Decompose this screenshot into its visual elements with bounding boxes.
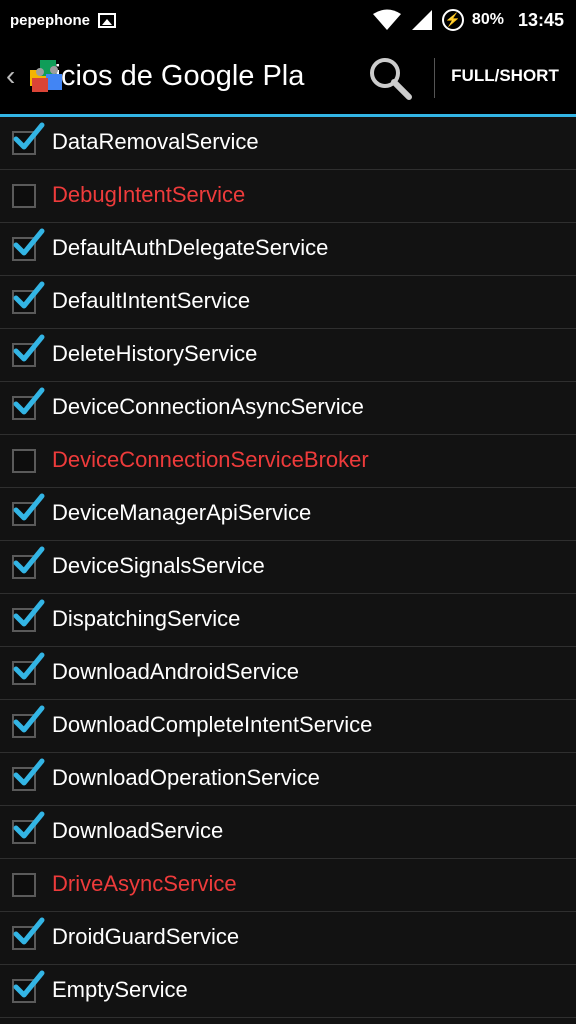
checkmark-icon [13,652,45,680]
search-icon[interactable] [366,54,414,102]
service-row[interactable]: DeleteHistoryService [0,329,576,382]
service-checkbox[interactable] [12,184,36,208]
image-notification-icon [98,12,117,28]
service-name: DefaultAuthDelegateService [52,235,329,260]
service-list: DataRemovalService DebugIntentService Defa… [0,117,576,1018]
service-name: DataRemovalService [52,129,259,154]
service-row[interactable]: DriveAsyncService [0,859,576,912]
app-title: vicios de Google Pla [40,60,305,92]
service-name: DebugIntentService [52,182,246,207]
service-row[interactable]: DeviceSignalsService [0,541,576,594]
wifi-icon [372,9,401,30]
status-icons: ⚡ 80% 13:45 [372,0,564,40]
service-row[interactable]: DownloadService [0,806,576,859]
action-divider [434,58,435,98]
service-checkbox[interactable] [12,449,36,473]
service-name: DeviceSignalsService [52,553,265,578]
checkmark-icon [13,387,45,415]
checkmark-icon [13,758,45,786]
service-name: DownloadCompleteIntentService [52,712,373,737]
checkmark-icon [13,705,45,733]
service-checkbox[interactable] [12,873,36,897]
service-row[interactable]: DebugIntentService [0,170,576,223]
service-row[interactable]: DownloadCompleteIntentService [0,700,576,753]
battery-charging-icon: ⚡ [441,9,464,31]
service-row[interactable]: DeviceConnectionAsyncService [0,382,576,435]
service-name: DownloadAndroidService [52,659,300,684]
full-short-button[interactable]: FULL/SHORT [440,66,570,86]
service-name: DefaultIntentService [52,288,251,313]
battery-percent: 80% [471,11,504,28]
checkmark-icon [13,334,45,362]
service-name: DeviceManagerApiService [52,500,312,525]
service-row[interactable]: DeviceConnectionServiceBroker [0,435,576,488]
service-row[interactable]: DeviceManagerApiService [0,488,576,541]
service-name: DownloadOperationService [52,765,320,790]
service-name: DroidGuardService [52,924,240,949]
service-name: EmptyService [52,977,188,1002]
service-row[interactable]: EmptyService [0,965,576,1018]
google-play-services-icon[interactable] [26,56,66,96]
service-row[interactable]: DataRemovalService [0,117,576,170]
service-name: DeleteHistoryService [52,341,258,366]
checkmark-icon [13,546,45,574]
signal-icon [411,10,432,30]
service-row[interactable]: DefaultAuthDelegateService [0,223,576,276]
service-name: DriveAsyncService [52,871,237,896]
service-row[interactable]: DispatchingService [0,594,576,647]
back-chevron-icon[interactable]: ‹ [6,60,15,92]
service-row[interactable]: DownloadOperationService [0,753,576,806]
checkmark-icon [13,228,45,256]
checkmark-icon [13,122,45,150]
checkmark-icon [13,599,45,627]
checkmark-icon [13,811,45,839]
clock: 13:45 [517,9,564,30]
checkmark-icon [13,970,45,998]
carrier-name: pepephone [10,11,91,29]
service-row[interactable]: DefaultIntentService [0,276,576,329]
checkmark-icon [13,917,45,945]
service-name: DispatchingService [52,606,241,631]
status-bar: pepephone ⚡ 80% 13:45 [0,0,576,40]
service-row[interactable]: DownloadAndroidService [0,647,576,700]
action-bar: ‹ vicios de Google Pla FULL/SHORT [0,40,576,114]
service-name: DownloadService [52,818,224,843]
service-name: DeviceConnectionAsyncService [52,394,364,419]
service-name: DeviceConnectionServiceBroker [52,447,369,472]
checkmark-icon [13,281,45,309]
service-row[interactable]: DroidGuardService [0,912,576,965]
checkmark-icon [13,493,45,521]
